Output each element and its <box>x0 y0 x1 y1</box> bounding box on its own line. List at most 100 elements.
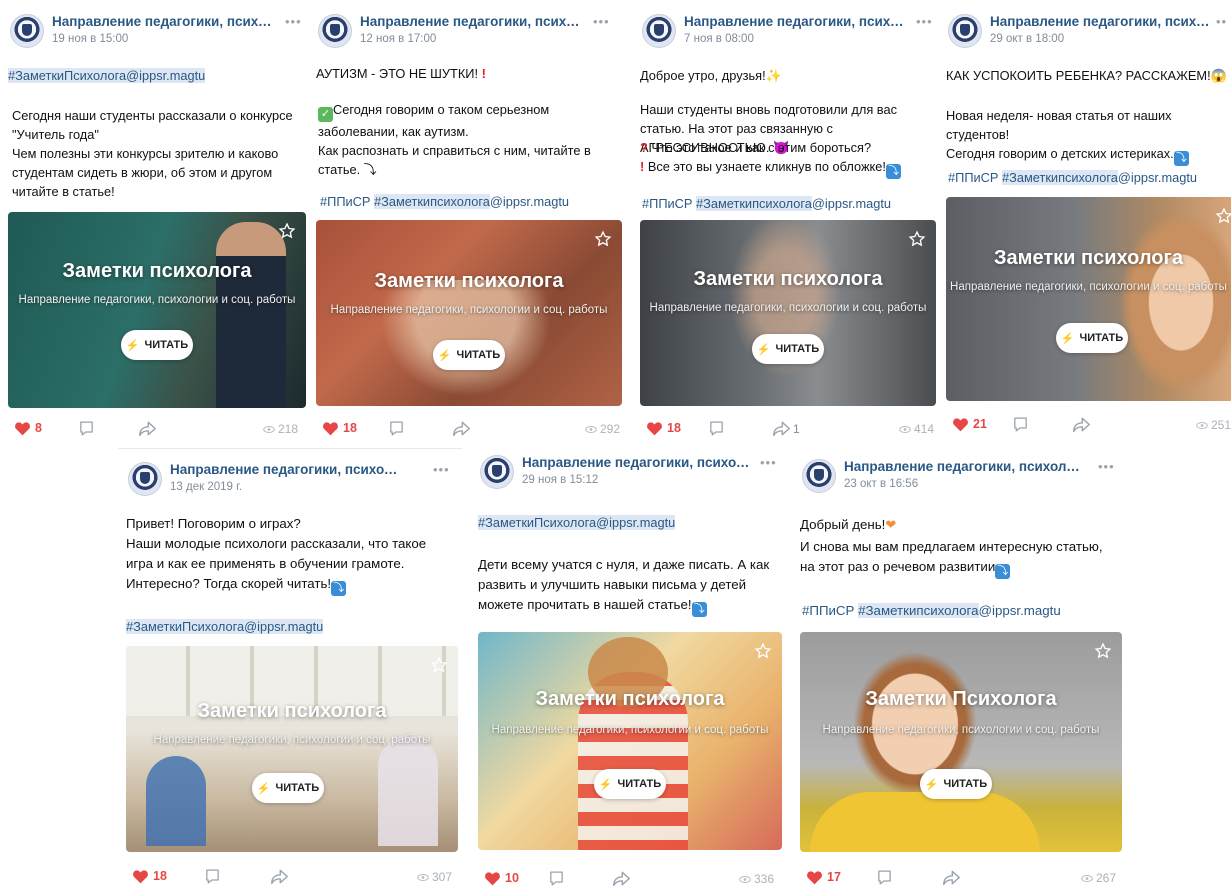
views-counter: 267 <box>1081 871 1116 885</box>
more-horizontal-icon[interactable]: ••• <box>593 14 610 29</box>
post-date[interactable]: 19 ноя в 15:00 <box>52 33 128 45</box>
bookmark-star-icon[interactable] <box>1094 642 1112 660</box>
read-button[interactable]: ⚡ ЧИТАТЬ <box>433 340 505 370</box>
heart-icon[interactable] <box>806 870 823 885</box>
read-button[interactable]: ⚡ ЧИТАТЬ <box>252 773 324 803</box>
post-hashtag[interactable]: #ЗаметкиПсихолога@ippsr.magtu <box>478 513 676 532</box>
heart-icon[interactable] <box>322 421 339 436</box>
bookmark-star-icon[interactable] <box>430 656 448 674</box>
views-counter: 414 <box>899 422 934 436</box>
post-date[interactable]: 12 ноя в 17:00 <box>360 33 436 45</box>
read-button[interactable]: ⚡ ЧИТАТЬ <box>121 330 193 360</box>
group-avatar[interactable] <box>802 459 836 493</box>
cover-subtitle: Направление педагогики, психологии и соц… <box>950 281 1227 293</box>
post-hashtag[interactable]: #ЗаметкиПсихолога@ippsr.magtu <box>8 66 206 85</box>
post-header: Направление педагогики, психологии... ••… <box>478 455 782 495</box>
post-date[interactable]: 23 окт в 16:56 <box>844 478 918 490</box>
arrow-down-emoji-icon: ⤵ <box>1173 151 1189 166</box>
post-body-line: ! Все это вы узнаете кликнув по обложке!… <box>640 159 901 179</box>
share-icon[interactable] <box>452 420 471 437</box>
read-button[interactable]: ⚡ ЧИТАТЬ <box>752 334 824 364</box>
cover-title: Заметки психолога <box>994 247 1183 269</box>
more-horizontal-icon[interactable]: •• <box>1216 14 1227 29</box>
views-counter: 218 <box>263 422 298 436</box>
post-body-text: И снова мы вам предлагаем интересную ста… <box>800 539 1103 579</box>
article-cover[interactable]: Заметки психолога Направление педагогики… <box>316 220 622 406</box>
post-hashtag[interactable]: #ППиСР #Заметкипсихолога@ippsr.magtu <box>642 194 891 213</box>
share-icon[interactable] <box>138 420 157 437</box>
post-hashtag[interactable]: #ППиСР #Заметкипсихолога@ippsr.magtu <box>802 601 1061 620</box>
lightning-icon: ⚡ <box>125 339 140 352</box>
cover-subtitle: Направление педагогики, психологии и соц… <box>18 294 296 306</box>
group-name-link[interactable]: Направление педагогики, психологии... <box>990 14 1215 29</box>
article-cover[interactable]: Заметки психолога Направление педагогики… <box>8 212 306 408</box>
post-hashtag[interactable]: #ППиСР #Заметкипсихолога@ippsr.magtu <box>948 168 1197 187</box>
arrow-down-emoji-icon: ⤵ <box>331 581 347 596</box>
article-cover[interactable]: Заметки психолога Направление педагогики… <box>478 632 782 850</box>
share-icon[interactable] <box>1072 416 1091 433</box>
more-horizontal-icon[interactable]: ••• <box>916 14 933 29</box>
post-date[interactable]: 29 окт в 18:00 <box>990 33 1064 45</box>
read-button[interactable]: ⚡ ЧИТАТЬ <box>1056 323 1128 353</box>
comment-icon[interactable] <box>876 869 893 886</box>
more-horizontal-icon[interactable]: ••• <box>285 14 302 29</box>
group-avatar[interactable] <box>642 14 676 48</box>
group-avatar[interactable] <box>948 14 982 48</box>
heart-icon[interactable] <box>14 421 31 436</box>
share-icon[interactable] <box>772 420 791 437</box>
eye-icon <box>1196 421 1208 429</box>
post-hashtag[interactable]: #ЗаметкиПсихолога@ippsr.magtu <box>126 617 324 636</box>
heart-icon[interactable] <box>646 421 663 436</box>
bookmark-star-icon[interactable] <box>908 230 926 248</box>
post-date[interactable]: 29 ноя в 15:12 <box>522 474 598 486</box>
bookmark-star-icon[interactable] <box>278 222 296 240</box>
comment-icon[interactable] <box>388 420 405 437</box>
comment-icon[interactable] <box>78 420 95 437</box>
views-counter: 307 <box>417 870 452 884</box>
bookmark-star-icon[interactable] <box>754 642 772 660</box>
post-date[interactable]: 13 дек 2019 г. <box>170 481 242 493</box>
article-cover[interactable]: Заметки психолога Направление педагогики… <box>946 197 1231 401</box>
share-icon[interactable] <box>612 870 631 887</box>
comment-icon[interactable] <box>204 868 221 885</box>
group-name-link[interactable]: Направление педагогики, психологии... <box>844 459 1084 474</box>
cover-title: Заметки психолога <box>197 700 387 722</box>
read-button[interactable]: ⚡ ЧИТАТЬ <box>594 769 666 799</box>
bookmark-star-icon[interactable] <box>594 230 612 248</box>
cover-title: Заметки психолога <box>374 270 564 292</box>
group-name-link[interactable]: Направление педагогики, психологии... <box>522 455 754 470</box>
group-name-link[interactable]: Направление педагогики, психологии... <box>170 462 405 477</box>
like-count: 17 <box>827 870 841 884</box>
group-avatar[interactable] <box>128 462 162 496</box>
more-horizontal-icon[interactable]: ••• <box>760 455 777 470</box>
comment-icon[interactable] <box>548 870 565 887</box>
group-avatar[interactable] <box>480 455 514 489</box>
post-footer: 18 1 414 <box>640 418 936 440</box>
post-card: Направление педагогики, психологии... ••… <box>126 462 460 890</box>
more-horizontal-icon[interactable]: ••• <box>1098 459 1115 474</box>
views-counter: 251 <box>1196 418 1231 432</box>
share-icon[interactable] <box>270 868 289 885</box>
article-cover[interactable]: Заметки Психолога Направление педагогики… <box>800 632 1122 852</box>
share-icon[interactable] <box>942 869 961 886</box>
heart-icon[interactable] <box>952 417 969 432</box>
cover-title: Заметки Психолога <box>865 688 1057 710</box>
more-horizontal-icon[interactable]: ••• <box>433 462 450 477</box>
comment-icon[interactable] <box>708 420 725 437</box>
article-cover[interactable]: Заметки психолога Направление педагогики… <box>640 220 936 406</box>
group-avatar[interactable] <box>10 14 44 48</box>
group-name-link[interactable]: Направление педагогики, психологии... <box>360 14 585 29</box>
group-name-link[interactable]: Направление педагогики, психологии... <box>52 14 277 29</box>
bookmark-star-icon[interactable] <box>1215 207 1231 225</box>
post-date[interactable]: 7 ноя в 08:00 <box>684 33 754 45</box>
post-hashtag[interactable]: #ППиСР #Заметкипсихолога@ippsr.magtu <box>320 192 569 211</box>
lightning-icon: ⚡ <box>756 343 771 356</box>
group-avatar[interactable] <box>318 14 352 48</box>
group-name-link[interactable]: Направление педагогики, психологии... <box>684 14 909 29</box>
heart-icon[interactable] <box>132 869 149 884</box>
lightning-icon: ⚡ <box>437 349 452 362</box>
heart-icon[interactable] <box>484 871 501 886</box>
read-button[interactable]: ⚡ ЧИТАТЬ <box>920 769 992 799</box>
comment-icon[interactable] <box>1012 416 1029 433</box>
article-cover[interactable]: Заметки психолога Направление педагогики… <box>126 646 458 852</box>
